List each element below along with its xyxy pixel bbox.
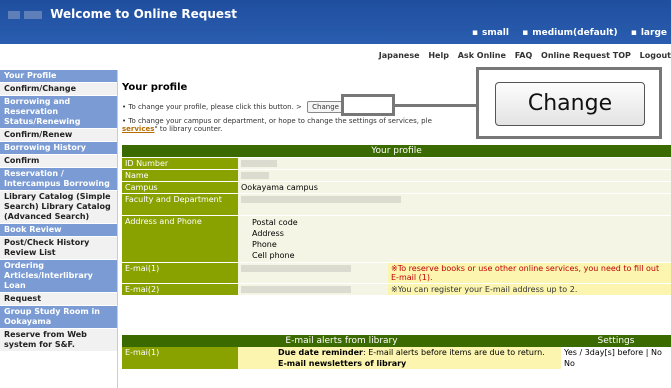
campus-instruction-text: To change your campus or department, or … [128,117,432,125]
campus-label: Campus [122,181,238,194]
campus-instruction-tail: " to library counter. [154,125,223,133]
masked-value [241,265,351,272]
size-small-link[interactable]: small [472,28,509,38]
sidebar-item-reserve-web[interactable]: Reserve from Web system for S&F. [0,329,117,352]
newsletter-title: E-mail newsletters of library [278,359,407,368]
name-value [238,169,671,182]
logout-link[interactable]: Logout [640,51,671,60]
sidebar-item-confirm-renew[interactable]: Confirm/Renew [0,129,117,142]
email2-label: E-mai(2) [122,283,238,296]
newsletter-row: E-mail newsletters of library [238,358,561,369]
faculty-label: Faculty and Department [122,193,238,216]
masked-text [8,10,20,19]
email1-value [238,262,388,284]
email-alerts-table: E-mail alerts from library Settings E-ma… [122,335,671,369]
sidebar-head-borrowing: Borrowing and Reservation Status/Renewin… [0,96,117,129]
main-content: Your profile • To change your profile, p… [122,67,671,369]
sidebar-item-confirm[interactable]: Confirm [0,155,117,168]
size-large-link[interactable]: large [631,28,667,38]
help-link[interactable]: Help [428,51,449,60]
address-field-label: Address [252,229,284,238]
japanese-link[interactable]: Japanese [379,51,420,60]
masked-value [241,286,351,293]
masked-value [241,196,401,203]
change-button-zoomed: Change [495,82,645,126]
change-instruction-text: To change your profile, please click thi… [128,103,302,111]
settings-header: Settings [561,335,671,347]
change-button[interactable]: Change [307,101,344,113]
postal-code-label: Postal code [252,218,298,227]
email2-note: ※You can register your E-mail address up… [388,283,671,296]
alerts-header: E-mail alerts from library [122,335,561,347]
ask-online-link[interactable]: Ask Online [458,51,506,60]
due-date-text: : E-mail alerts before items are due to … [362,348,545,357]
services-link[interactable]: services [122,125,154,133]
profile-table-header: Your profile [122,145,671,158]
id-number-label: ID Number [122,157,238,170]
email2-value [238,283,388,296]
cell-phone-label: Cell phone [252,251,295,260]
size-medium-link[interactable]: medium(default) [522,28,617,38]
sidebar-head-book-review: Book Review [0,224,117,237]
sidebar-head-your-profile: Your Profile [0,70,117,83]
sidebar-head-borrowing-history: Borrowing History [0,142,117,155]
email1-label: E-mai(1) [122,262,238,284]
sidebar-head-ordering: Ordering Articles/Interlibrary Loan [0,260,117,293]
due-date-setting-extra: No [650,348,662,357]
alerts-email-label: E-mai(1) [122,347,238,369]
sidebar-item-confirm-change[interactable]: Confirm/Change [0,83,117,96]
masked-value [241,160,277,167]
font-size-selector: small medium(default) large [462,28,667,38]
sidebar-item-request[interactable]: Request [0,293,117,306]
change-highlight-box [341,94,395,116]
sidebar-item-review-list[interactable]: Post/Check History Review List [0,237,117,260]
phone-label: Phone [252,240,277,249]
masked-text [24,10,42,19]
name-label: Name [122,169,238,182]
sidebar: Your Profile Confirm/Change Borrowing an… [0,70,118,388]
app-title-text: Welcome to Online Request [50,7,237,21]
address-fields: Postal code Address Phone Cell phone [238,215,671,263]
online-request-top-link[interactable]: Online Request TOP [541,51,631,60]
app-title: Welcome to Online Request [8,7,237,21]
change-zoom-callout: Change [476,67,662,139]
masked-value [241,172,269,179]
sidebar-item-library-catalog[interactable]: Library Catalog (Simple Search) Library … [0,191,117,224]
due-date-setting: Yes / 3day[s] before | No [561,347,671,358]
profile-table: Your profile ID Number Name Campus Ookay… [122,145,671,296]
callout-connector [395,104,477,107]
newsletter-setting: No [561,358,671,369]
top-links: Japanese Help Ask Online FAQ Online Requ… [373,51,671,60]
address-label: Address and Phone [122,215,238,263]
email1-note: ※To reserve books or use other online se… [388,262,671,284]
due-date-title: Due date reminder [278,348,363,357]
id-number-value [238,157,671,170]
due-date-setting-value: Yes / 3day[s] before [564,348,644,357]
header-bar: Welcome to Online Request small medium(d… [0,0,671,44]
sidebar-head-group-study: Group Study Room in Ookayama [0,306,117,329]
faq-link[interactable]: FAQ [515,51,533,60]
campus-value: Ookayama campus [238,181,671,194]
sidebar-head-reservation: Reservation / Intercampus Borrowing [0,168,117,191]
faculty-value [238,193,671,216]
due-date-reminder: Due date reminder: E-mail alerts before … [238,347,561,358]
